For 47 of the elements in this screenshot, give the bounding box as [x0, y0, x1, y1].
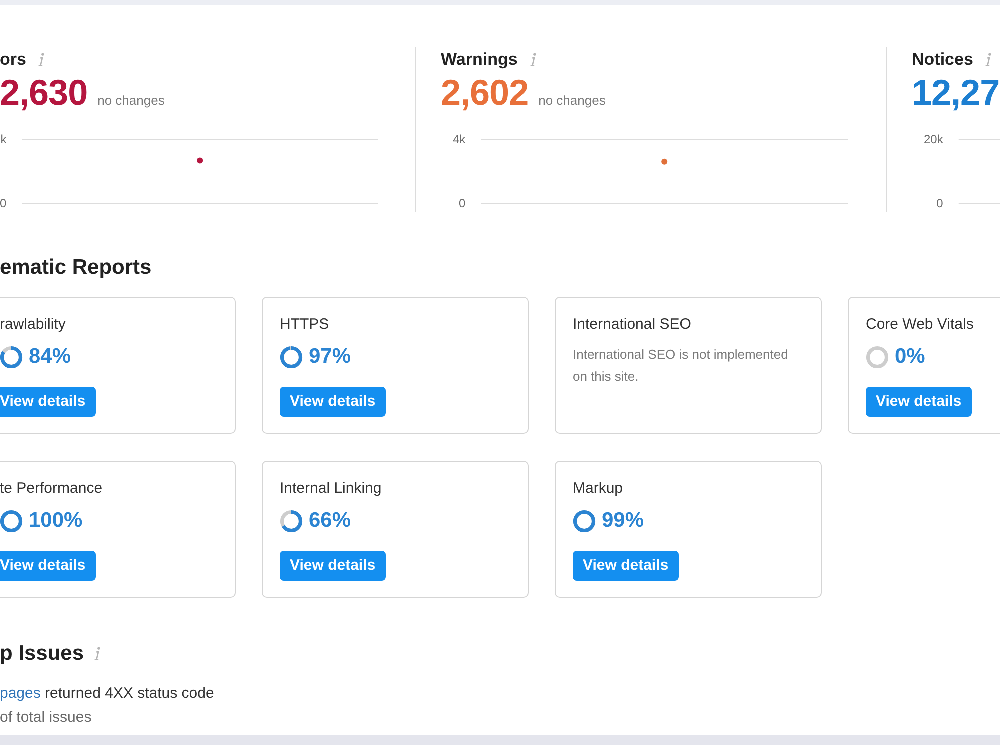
- axis-label: 0: [459, 196, 466, 210]
- axis-label: 4k: [453, 132, 466, 146]
- axis-label: 20k: [924, 132, 944, 146]
- card-title: HTTPS: [280, 315, 330, 335]
- metric-value: 2,630: [0, 73, 88, 113]
- view-details-button[interactable]: View details: [866, 387, 972, 417]
- score-value: 99%: [602, 509, 644, 533]
- axis-label: k: [0, 132, 7, 146]
- score-value: 97%: [309, 345, 352, 369]
- card-title: Markup: [573, 479, 624, 499]
- axis-label: 0: [0, 196, 7, 210]
- view-details-button[interactable]: View details: [280, 551, 386, 581]
- section-heading: p Issues: [0, 641, 84, 667]
- card-title: rawlability: [0, 315, 66, 335]
- score-value: 0%: [895, 345, 926, 369]
- card-title: International SEO: [573, 315, 692, 335]
- issue-text: pages returned 4XX status code: [0, 684, 214, 704]
- axis-label: 0: [936, 196, 944, 210]
- metric-title: Notices: [912, 50, 974, 70]
- score-value: 100%: [29, 509, 83, 533]
- metric-title: Warnings: [441, 50, 518, 70]
- progress-ring: [280, 346, 303, 368]
- card-title: Internal Linking: [280, 479, 382, 499]
- progress-ring: [866, 346, 889, 368]
- metric-value: 12,27: [912, 73, 1000, 113]
- view-details-button[interactable]: View details: [0, 387, 96, 417]
- view-details-button[interactable]: View details: [280, 387, 386, 417]
- issue-share: of total issues: [0, 708, 92, 728]
- change-label: no changes: [538, 92, 606, 110]
- view-details-button[interactable]: View details: [0, 551, 96, 581]
- card-title: te Performance: [0, 479, 103, 499]
- section-heading: ematic Reports: [0, 255, 152, 281]
- info-icon[interactable]: [530, 53, 537, 67]
- progress-ring: [573, 510, 596, 532]
- metric-title: ors: [0, 50, 26, 70]
- card-title: Core Web Vitals: [866, 315, 974, 335]
- metric-value: 2,602: [441, 73, 529, 113]
- info-icon[interactable]: [94, 647, 102, 661]
- info-icon[interactable]: [985, 53, 992, 67]
- info-icon[interactable]: [38, 53, 46, 67]
- view-details-button[interactable]: View details: [573, 551, 679, 581]
- score-value: 66%: [309, 509, 352, 533]
- change-label: no changes: [98, 92, 165, 110]
- card-message: International SEO is not implemented on this site.: [573, 346, 790, 386]
- issue-link[interactable]: pages: [0, 685, 41, 702]
- progress-ring: [280, 510, 303, 532]
- score-value: 84%: [29, 345, 72, 369]
